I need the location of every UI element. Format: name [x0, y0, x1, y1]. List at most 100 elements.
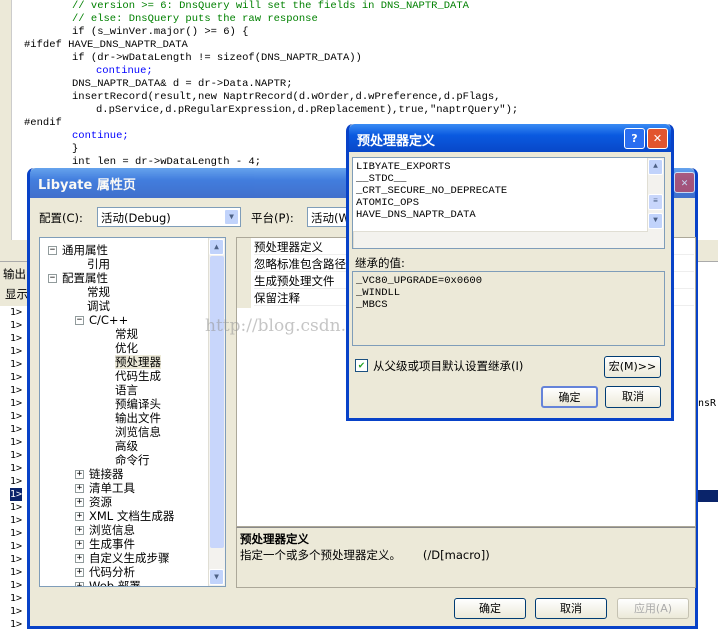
- tree-toggle-icon[interactable]: +: [75, 554, 84, 563]
- output-tab-label[interactable]: 输出: [3, 266, 26, 282]
- output-line: 1>: [10, 307, 23, 318]
- property-tree[interactable]: ▲ ▼ − 通用属性 引用 − 配置属性 常规 调试 − C/C++ 常规 优化 预处理器 代码生成 语言…: [39, 237, 226, 587]
- tree-item[interactable]: 常规: [115, 327, 138, 341]
- defs-scrollbar[interactable]: ▲ ≡ ▼: [647, 158, 664, 248]
- tree-item[interactable]: 代码分析: [89, 565, 135, 579]
- tree-toggle-icon[interactable]: +: [75, 470, 84, 479]
- tree-item[interactable]: 清单工具: [89, 481, 135, 495]
- code-line: continue;: [96, 65, 153, 77]
- code-line: if (s_winVer.major() >= 6) {: [72, 26, 249, 38]
- tree-toggle-icon[interactable]: −: [48, 274, 57, 283]
- tree-item[interactable]: 浏览信息: [89, 523, 135, 537]
- tree-item[interactable]: 自定义生成步骤: [89, 551, 170, 565]
- tree-toggle-icon[interactable]: +: [75, 540, 84, 549]
- code-line: d.pService,d.pRegularExpression,d.pRepla…: [96, 104, 519, 116]
- tree-item[interactable]: C/C++: [89, 313, 128, 327]
- code-line: #endif: [24, 117, 62, 129]
- macros-button[interactable]: 宏(M)>>: [604, 356, 661, 378]
- tree-scrollbar[interactable]: ▲ ▼: [208, 238, 225, 586]
- tree-item[interactable]: 命令行: [115, 453, 150, 467]
- preproc-titlebar[interactable]: 预处理器定义: [349, 124, 671, 152]
- output-line: 1>: [10, 346, 23, 357]
- output-line: 1>: [10, 463, 23, 474]
- tree-item[interactable]: 链接器: [89, 467, 124, 481]
- scroll-up-icon[interactable]: ▲: [209, 239, 224, 255]
- apply-button[interactable]: 应用(A): [617, 598, 689, 619]
- code-line: if (dr->wDataLength != sizeof(DNS_NAPTR_…: [72, 52, 362, 64]
- output-selected-line: [698, 490, 718, 502]
- tree-toggle-icon[interactable]: +: [75, 568, 84, 577]
- tree-item[interactable]: 配置属性: [62, 271, 108, 285]
- tree-item[interactable]: 通用属性: [62, 243, 108, 257]
- output-line: 1>: [10, 528, 23, 539]
- tree-toggle-icon[interactable]: +: [75, 582, 84, 586]
- output-show: 显示: [5, 287, 28, 301]
- tree-item[interactable]: 调试: [87, 299, 110, 313]
- output-lines: 1> 1> 1> 1> 1> 1> 1> 1> 1> 1> 1> 1> 1> 1> 1> 1> 1> 1> 1> 1>…: [0, 306, 28, 631]
- editor-gutter: [0, 0, 12, 240]
- tree-item[interactable]: 语言: [115, 383, 138, 397]
- tree-item[interactable]: 预编译头: [115, 397, 161, 411]
- definition-line: _CRT_SECURE_NO_DEPRECATE: [356, 185, 508, 197]
- code-line: continue;: [72, 130, 129, 142]
- chevron-down-icon[interactable]: ▼: [224, 209, 239, 225]
- code-line: // else: DnsQuery puts the raw response: [72, 13, 318, 25]
- inherited-line: _WINDLL: [356, 287, 401, 299]
- description-text: 指定一个或多个预处理器定义。 (/D[macro]): [240, 548, 490, 562]
- close-icon[interactable]: ✕: [647, 128, 668, 149]
- tree-toggle-icon[interactable]: +: [75, 498, 84, 507]
- tree-toggle-icon[interactable]: +: [75, 484, 84, 493]
- code-line: // version >= 6: DnsQuery will set the f…: [72, 0, 469, 12]
- definition-line: ATOMIC_OPS: [356, 197, 420, 209]
- code-line: #ifdef HAVE_DNS_NAPTR_DATA: [24, 39, 188, 51]
- property-close-icon[interactable]: ✕: [674, 172, 695, 193]
- tree-toggle-icon[interactable]: +: [75, 526, 84, 535]
- scroll-down-icon[interactable]: ▼: [209, 569, 224, 585]
- output-line: 1>: [10, 515, 23, 526]
- scroll-down-icon[interactable]: ▼: [648, 213, 663, 229]
- tree-item[interactable]: 高级: [115, 439, 138, 453]
- tree-item[interactable]: 预处理器: [115, 355, 161, 369]
- tree-item[interactable]: 引用: [87, 257, 110, 271]
- tree-toggle-icon[interactable]: −: [48, 246, 57, 255]
- output-line: 1>: [10, 580, 23, 591]
- code-line: insertRecord(result,new NaptrRecord(d.wO…: [72, 91, 501, 103]
- property-dialog-title: Libyate 属性页: [38, 178, 136, 193]
- tree-item[interactable]: 代码生成: [115, 369, 161, 383]
- definition-line: __STDC__: [356, 173, 407, 185]
- output-line: 1>: [10, 593, 23, 604]
- tree-item[interactable]: XML 文档生成器: [89, 509, 174, 523]
- scroll-up-icon[interactable]: ▲: [648, 159, 663, 175]
- scroll-thumb[interactable]: [210, 256, 224, 548]
- inherit-checkbox-label[interactable]: 从父级或项目默认设置继承(I): [373, 358, 523, 374]
- preproc-title: 预处理器定义: [357, 134, 436, 149]
- inherit-checkbox[interactable]: ✔: [355, 359, 368, 372]
- preproc-ok-button[interactable]: 确定: [541, 386, 598, 408]
- tree-item[interactable]: Web 部署: [89, 579, 141, 586]
- tree-toggle-icon[interactable]: −: [75, 316, 84, 325]
- output-line: 1>: [10, 488, 23, 501]
- cancel-button[interactable]: 取消: [535, 598, 607, 619]
- ok-button[interactable]: 确定: [454, 598, 526, 619]
- tree-toggle-icon[interactable]: +: [75, 512, 84, 521]
- tree-item[interactable]: 优化: [115, 341, 138, 355]
- definitions-textbox[interactable]: ▲ ≡ ▼ LIBYATE_EXPORTS __STDC__ _CRT_SECURE…: [352, 157, 665, 249]
- tree-item[interactable]: 生成事件: [89, 537, 135, 551]
- output-line: 1>: [10, 541, 23, 552]
- preproc-cancel-button[interactable]: 取消: [605, 386, 661, 408]
- grid-margin: [237, 238, 251, 308]
- scroll-thumb[interactable]: ≡: [648, 194, 663, 210]
- output-line: 1>: [10, 424, 23, 435]
- config-select[interactable]: 活动(Debug) ▼: [97, 207, 241, 227]
- tree-item[interactable]: 浏览信息: [115, 425, 161, 439]
- preprocessor-dialog: 预处理器定义 ? ✕ ▲ ≡ ▼ LIBYATE_EXPORTS __STDC__…: [346, 124, 674, 421]
- tree-item[interactable]: 资源: [89, 495, 112, 509]
- tree-item[interactable]: 输出文件: [115, 411, 161, 425]
- defs-hscrollbar[interactable]: [353, 231, 648, 248]
- help-icon[interactable]: ?: [624, 128, 645, 149]
- tree-item[interactable]: 常规: [87, 285, 110, 299]
- inherited-line: _MBCS: [356, 299, 388, 311]
- output-line: 1>: [10, 385, 23, 396]
- output-line: 1>: [10, 502, 23, 513]
- platform-label: 平台(P):: [251, 211, 294, 225]
